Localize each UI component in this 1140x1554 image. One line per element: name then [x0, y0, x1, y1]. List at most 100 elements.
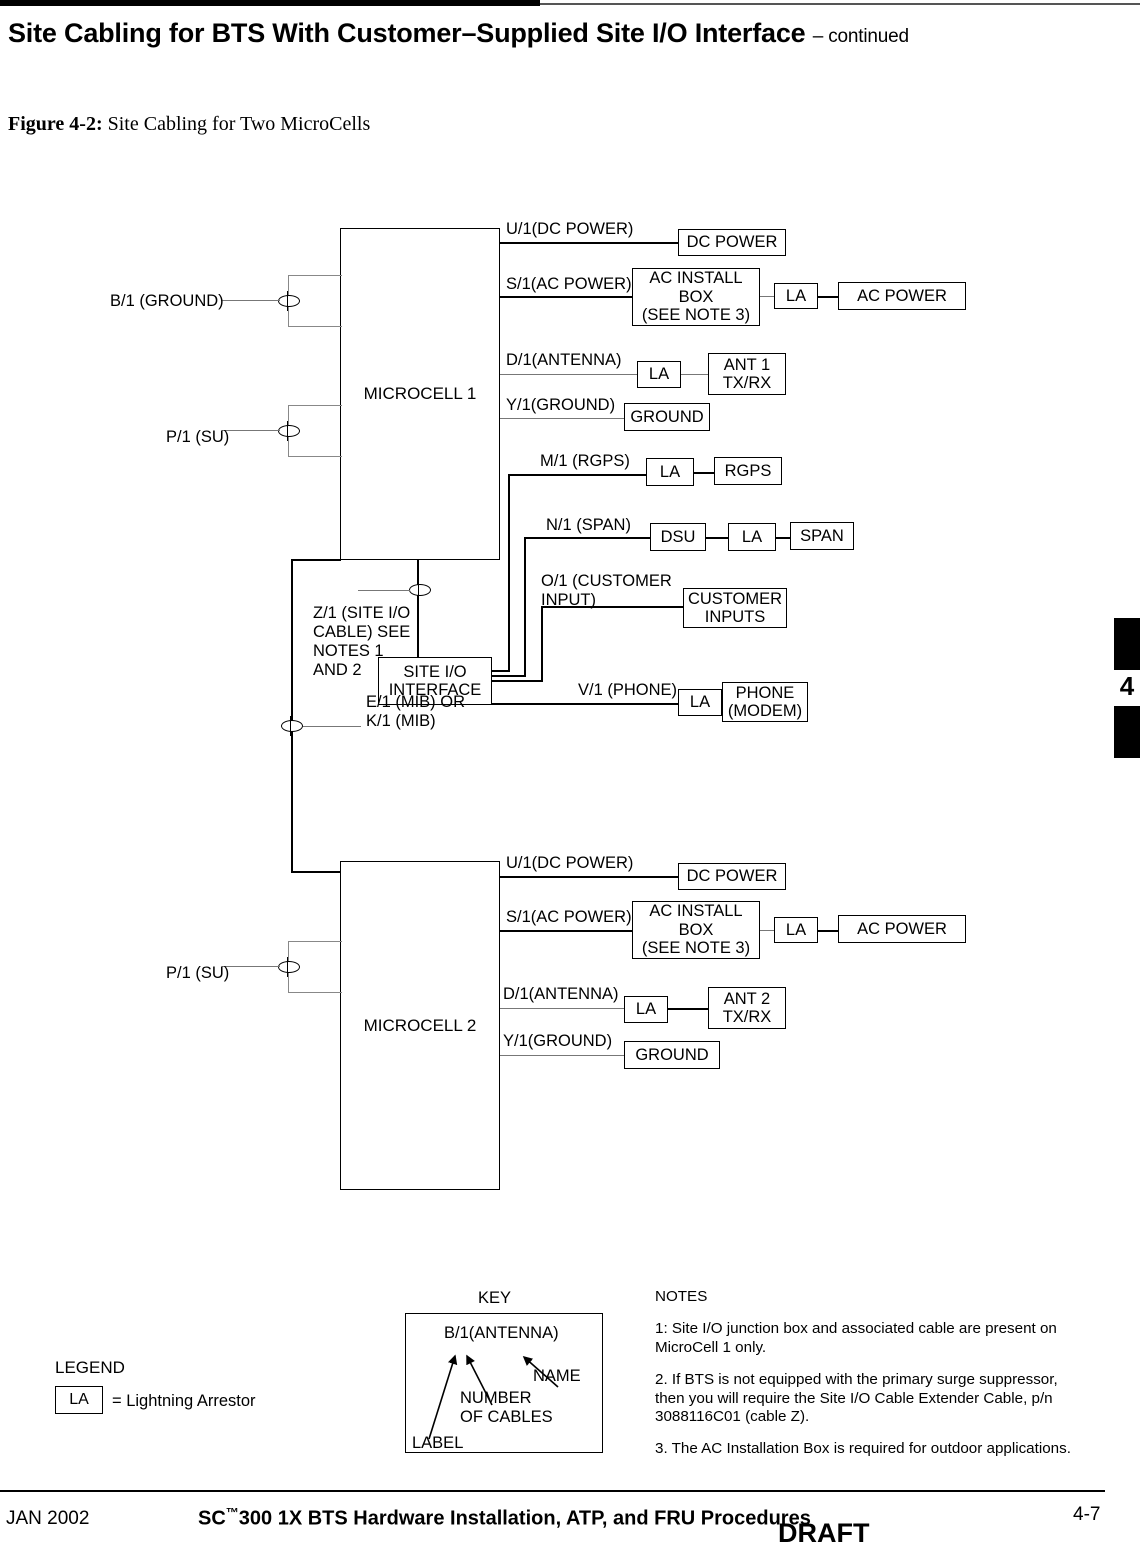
- legend-title: LEGEND: [55, 1358, 125, 1377]
- box-mc2-ac-install-box: AC INSTALL BOX (SEE NOTE 3): [632, 901, 760, 959]
- footer-page-number: 4-7: [1073, 1504, 1101, 1525]
- port-label-n1-span: N/1 (SPAN): [546, 516, 631, 534]
- footer-date: JAN 2002: [6, 1508, 90, 1529]
- page-title-text: Site Cabling for BTS With Customer–Suppl…: [8, 18, 806, 48]
- connector-icon-b1-ground: [278, 291, 300, 311]
- box-mc1-la-antenna: LA: [637, 361, 681, 388]
- trademark-icon: ™: [225, 1505, 239, 1520]
- box-mc1-ac-install-box: AC INSTALL BOX (SEE NOTE 3): [632, 268, 760, 326]
- link-mc2-dcpower: [500, 876, 680, 878]
- label-b1-ground: B/1 (GROUND): [110, 292, 224, 310]
- route-n1-span-vertical: [524, 537, 526, 676]
- box-mc1-la-acpower: LA: [774, 283, 818, 309]
- box-rgps: RGPS: [714, 457, 782, 485]
- box-customer-inputs-text: CUSTOMER INPUTS: [687, 589, 783, 626]
- port-label-mc1-ac-power: S/1(AC POWER): [506, 275, 632, 293]
- route-n1-span-stub: [492, 675, 526, 677]
- top-black-rule: [0, 0, 540, 6]
- link-mc2-acpower: [500, 930, 632, 932]
- port-label-mc2-antenna: D/1(ANTENNA): [503, 985, 619, 1003]
- box-mc2-ground: GROUND: [624, 1041, 720, 1069]
- lead-line-p1-su-2: [222, 966, 280, 968]
- box-dsu: DSU: [650, 523, 706, 551]
- port-label-v1-phone: V/1 (PHONE): [578, 681, 678, 699]
- connector-icon-e1-k1-mib: [281, 716, 303, 736]
- note-item-2: 2. If BTS is not equipped with the prima…: [655, 1371, 1058, 1425]
- link-dsu-la: [706, 537, 730, 539]
- chapter-tab-upper-block: [1114, 618, 1140, 670]
- route-o1-customer-stub: [492, 680, 543, 682]
- box-la-rgps: LA: [646, 458, 694, 486]
- port-label-m1-rgps: M/1 (RGPS): [540, 452, 630, 470]
- box-mc1-ac-power-source: AC POWER: [838, 282, 966, 310]
- footer-title-rest: 300 1X BTS Hardware Installation, ATP, a…: [238, 1507, 811, 1530]
- box-la-span: LA: [728, 523, 776, 551]
- route-o1-customer-vertical: [541, 606, 543, 681]
- mib-bus-top-segment: [291, 559, 341, 561]
- footer-document-title: SC™300 1X BTS Hardware Installation, ATP…: [198, 1505, 811, 1531]
- box-customer-inputs: CUSTOMER INPUTS: [683, 588, 787, 628]
- lead-line-e1-mib: [303, 726, 361, 728]
- box-mc1-ant1: ANT 1 TX/RX: [708, 353, 786, 395]
- page-title-continued: – continued: [812, 26, 909, 47]
- label-p1-su-2: P/1 (SU): [166, 964, 230, 982]
- legend-la-meaning: = Lightning Arrestor: [112, 1392, 256, 1410]
- box-phone-modem-text: PHONE (MODEM): [727, 683, 803, 720]
- box-mc2-ac-power-source: AC POWER: [838, 915, 966, 943]
- link-m1-rgps: [508, 474, 648, 476]
- route-m1-rgps-vertical: [508, 474, 510, 671]
- box-phone-modem: PHONE (MODEM): [722, 682, 808, 722]
- mib-bus-bottom-segment: [291, 871, 341, 873]
- key-arrow-number: [466, 1354, 493, 1406]
- link-mc2-ground: [500, 1055, 626, 1057]
- microcell-2-box: MICROCELL 2: [340, 861, 500, 1190]
- box-mc2-la-acpower: LA: [774, 917, 818, 943]
- port-label-mc1-antenna: D/1(ANTENNA): [506, 351, 622, 369]
- link-mc2-antenna-la: [500, 1008, 626, 1010]
- port-label-mc1-dc-power: U/1(DC POWER): [506, 220, 634, 238]
- key-arrow-label: [428, 1354, 458, 1440]
- figure-caption: Figure 4-2: Site Cabling for Two MicroCe…: [8, 113, 370, 136]
- label-p1-su-1: P/1 (SU): [166, 428, 230, 446]
- chapter-tab-lower-block: [1114, 706, 1140, 758]
- notes-title: NOTES: [655, 1288, 708, 1305]
- figure-number: Figure 4-2:: [8, 113, 103, 135]
- box-mc2-ant2-text: ANT 2 TX/RX: [722, 989, 772, 1026]
- microcell-1-box: MICROCELL 1: [340, 228, 500, 560]
- port-label-o1-customer-input: O/1 (CUSTOMER INPUT): [541, 572, 672, 610]
- lead-line-p1-su-1: [222, 430, 280, 432]
- page-title: Site Cabling for BTS With Customer–Suppl…: [8, 18, 1118, 49]
- figure-caption-text: Site Cabling for Two MicroCells: [107, 113, 371, 135]
- port-label-mc2-ac-power: S/1(AC POWER): [506, 908, 632, 926]
- connector-icon-p1-su-2: [278, 957, 300, 977]
- port-label-mc2-ground: Y/1(GROUND): [503, 1032, 613, 1050]
- draft-watermark: DRAFT: [778, 1518, 870, 1548]
- link-mc1-la-acsource: [818, 296, 840, 298]
- box-mc1-ac-install-text: AC INSTALL BOX (SEE NOTE 3): [641, 269, 751, 325]
- microcell-1-label: MICROCELL 1: [363, 384, 477, 404]
- box-mc1-dc-power: DC POWER: [678, 229, 786, 256]
- legend-la-symbol: LA: [55, 1386, 103, 1414]
- link-la-rgps: [694, 472, 716, 474]
- link-mc2-la-ant2: [668, 1008, 708, 1010]
- footer-rule: [0, 1490, 1105, 1492]
- box-mc2-dc-power: DC POWER: [678, 863, 786, 890]
- box-mc1-ant1-text: ANT 1 TX/RX: [722, 355, 772, 392]
- link-v1-phone: [492, 703, 678, 705]
- port-label-mc1-ground: Y/1(GROUND): [506, 396, 616, 414]
- route-m1-rgps-stub: [492, 670, 510, 672]
- lead-line-b1-ground: [222, 300, 280, 302]
- box-mc2-ant2: ANT 2 TX/RX: [708, 987, 786, 1029]
- microcell-2-label: MICROCELL 2: [363, 1015, 477, 1035]
- link-mc1-antenna-la: [500, 374, 640, 376]
- key-arrows-group: [428, 1354, 559, 1440]
- box-la-phone: LA: [678, 689, 722, 716]
- link-mc2-la-acsource: [818, 930, 840, 932]
- box-span: SPAN: [790, 522, 854, 550]
- label-z1-site-io-cable: Z/1 (SITE I/O CABLE) SEE NOTES 1 AND 2: [313, 604, 411, 680]
- top-grey-rule: [540, 3, 1140, 5]
- box-mc1-ground: GROUND: [624, 403, 710, 431]
- link-mc1-dcpower: [500, 242, 680, 244]
- footer-title-prefix: SC: [198, 1507, 226, 1530]
- connector-icon-p1-su-1: [278, 421, 300, 441]
